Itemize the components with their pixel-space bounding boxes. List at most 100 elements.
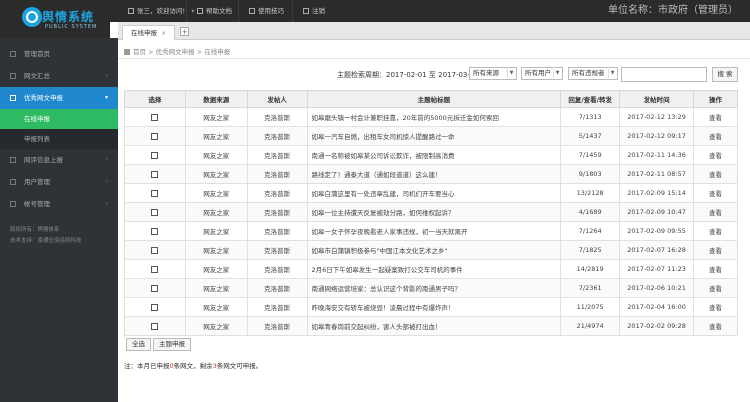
view-link[interactable]: 查看	[693, 183, 738, 203]
time-cell: 2017-02-09 15:14	[619, 183, 695, 203]
level-select[interactable]: 所有违规者 ▼	[568, 67, 618, 80]
logo-title: 舆情系统	[42, 10, 95, 24]
close-icon[interactable]: ×	[161, 29, 166, 37]
row-checkbox[interactable]	[151, 246, 159, 254]
select-cell	[124, 107, 186, 127]
sidebar-subitem-label: 申报列表	[24, 135, 50, 143]
poster-cell: 克洛普斯	[246, 202, 308, 222]
search-button[interactable]: 搜 索	[712, 67, 738, 82]
row-checkbox[interactable]	[151, 132, 159, 140]
sidebar-subitem-online-report[interactable]: 在线申报	[0, 109, 118, 129]
title-cell[interactable]: 如皋青春岗前交起纠纷，害人头部被打出血！	[306, 316, 562, 336]
poster-cell: 克洛普斯	[246, 221, 308, 241]
tips-link[interactable]: 使用技巧	[238, 0, 284, 22]
row-checkbox[interactable]	[151, 322, 159, 330]
row-checkbox[interactable]	[151, 189, 159, 197]
select-cell	[124, 297, 186, 317]
tips-icon	[249, 8, 255, 14]
sidebar-item-account[interactable]: 帐号管理 ›	[0, 193, 118, 215]
logout-link[interactable]: 注销	[292, 0, 325, 22]
poster-cell: 克洛普斯	[246, 164, 308, 184]
view-link[interactable]: 查看	[693, 164, 738, 184]
poster-cell: 克洛普斯	[246, 126, 308, 146]
sidebar-subitem-report-list[interactable]: 申报列表	[0, 129, 118, 149]
view-link[interactable]: 查看	[693, 221, 738, 241]
row-checkbox[interactable]	[151, 151, 159, 159]
column-header: 发帖时间	[619, 90, 695, 108]
source-select[interactable]: 所有来源 ▼	[469, 67, 517, 80]
sidebar-item-label: 帐号管理	[24, 200, 50, 208]
user-select[interactable]: 所有用户 ▼	[521, 67, 563, 80]
sidebar-item-label: 管理首页	[24, 50, 50, 58]
tab-online-report[interactable]: 在线申报 ×	[122, 25, 176, 40]
sidebar-item-excellent-report[interactable]: 优秀网文申报 ▾	[0, 87, 118, 109]
sidebar-item-review-report[interactable]: 网评信息上报 ›	[0, 149, 118, 171]
breadcrumb-level2: 在线申报	[204, 48, 231, 56]
select-all-button[interactable]: 全选	[126, 338, 151, 351]
table-header-row: 选择 数据来源 发帖人 主题帖标题 回复/查看/转发 发帖时间 操作	[124, 90, 738, 108]
welcome-menu[interactable]: 张三，欢迎访问! ▾	[118, 0, 194, 22]
row-checkbox[interactable]	[151, 284, 159, 292]
sidebar-item-home[interactable]: 管理首页	[0, 43, 118, 65]
logout-label: 注销	[312, 7, 325, 15]
chevron-down-icon: ▼	[608, 69, 616, 78]
breadcrumb-home[interactable]: 首页	[133, 48, 146, 56]
view-link[interactable]: 查看	[693, 297, 738, 317]
row-checkbox[interactable]	[151, 265, 159, 273]
view-link[interactable]: 查看	[693, 278, 738, 298]
chevron-down-icon: ▼	[553, 69, 561, 78]
source-cell: 网友之家	[184, 145, 248, 165]
table-row: 网友之家 克洛普斯 如皋市白蒲镇积极参与"中国江本文化艺术之乡" 7/1825 2017…	[124, 240, 738, 260]
help-link[interactable]: 帮助文档	[186, 0, 232, 22]
view-link[interactable]: 查看	[693, 316, 738, 336]
note-prefix: 注：本月已申报	[124, 362, 170, 370]
source-cell: 网友之家	[184, 259, 248, 279]
sidebar-item-summary[interactable]: 网文汇总 ›	[0, 65, 118, 87]
poster-cell: 克洛普斯	[246, 259, 308, 279]
table-row: 网友之家 克洛普斯 如皋白蒲这里有一处违章乱建，司机们开车要当心 13/2128 201…	[124, 183, 738, 203]
tab-strip: 在线申报 × +	[118, 22, 750, 40]
select-cell	[124, 316, 186, 336]
view-link[interactable]: 查看	[693, 126, 738, 146]
view-link[interactable]: 查看	[693, 202, 738, 222]
column-header: 回复/查看/转发	[560, 90, 621, 108]
time-cell: 2017-02-09 09:55	[619, 221, 695, 241]
sidebar-item-users[interactable]: 用户管理 ›	[0, 171, 118, 193]
sidebar-item-label: 网文汇总	[24, 72, 50, 80]
view-link[interactable]: 查看	[693, 107, 738, 127]
table-row: 网友之家 克洛普斯 南通网络运营培家：总认识这个背影的南通男子吗？ 7/2361 201…	[124, 278, 738, 298]
title-cell[interactable]: 如皋一汽车自燃，出租车女司机惊人提醒路过一命	[306, 126, 562, 146]
row-checkbox[interactable]	[151, 113, 159, 121]
breadcrumb-separator: >	[196, 48, 203, 56]
breadcrumb: 首页 > 优秀网文申报 > 在线申报	[124, 46, 230, 56]
title-cell[interactable]: 路线定了！通泰大道（通如段道道）这么建！	[306, 164, 562, 184]
poster-cell: 克洛普斯	[246, 145, 308, 165]
copyright-text: 版权所有：舆情体系	[10, 227, 60, 233]
tips-label: 使用技巧	[258, 7, 284, 15]
view-link[interactable]: 查看	[693, 240, 738, 260]
row-checkbox[interactable]	[151, 227, 159, 235]
time-cell: 2017-02-06 10:21	[619, 278, 695, 298]
title-cell[interactable]: 南通一名称被如皋某公司诉讼欺诈，被限制高消费	[306, 145, 562, 165]
add-tab-button[interactable]: +	[180, 27, 189, 36]
row-checkbox[interactable]	[151, 303, 159, 311]
title-cell[interactable]: 如皋磨头镇一村会计兼职挂靠，20年前的5000元拆迁金如何索回	[306, 107, 562, 127]
title-cell[interactable]: 如皋市白蒲镇积极参与"中国江本文化艺术之乡"	[306, 240, 562, 260]
breadcrumb-level1[interactable]: 优秀网文申报	[156, 48, 195, 56]
title-cell[interactable]: 南通网络运营培家：总认识这个背影的南通男子吗？	[306, 278, 562, 298]
title-cell[interactable]: 昨晚海安交有轿车被烧毁！凌晨过程中有爆炸声！	[306, 297, 562, 317]
view-link[interactable]: 查看	[693, 145, 738, 165]
title-cell[interactable]: 如皋一女子怀孕夜晚看老人家事违规，初一当天就离开	[306, 221, 562, 241]
search-input[interactable]	[621, 67, 707, 82]
submit-report-button[interactable]: 主题申报	[153, 338, 191, 351]
title-cell[interactable]: 2月6日下午如皋发生一起疑案致打公交车司机的事件	[306, 259, 562, 279]
logo-subtitle: PUBLIC SYSTEM	[45, 24, 98, 30]
source-cell: 网友之家	[184, 107, 248, 127]
row-checkbox[interactable]	[151, 208, 159, 216]
title-cell[interactable]: 如皋白蒲这里有一处违章乱建，司机们开车要当心	[306, 183, 562, 203]
level-select-value: 所有违规者	[572, 69, 605, 77]
row-checkbox[interactable]	[151, 170, 159, 178]
view-link[interactable]: 查看	[693, 259, 738, 279]
title-cell[interactable]: 如皋一位主持遭天反复被劫分路，如何维权起诉？	[306, 202, 562, 222]
chevron-down-icon: ▼	[507, 69, 515, 78]
